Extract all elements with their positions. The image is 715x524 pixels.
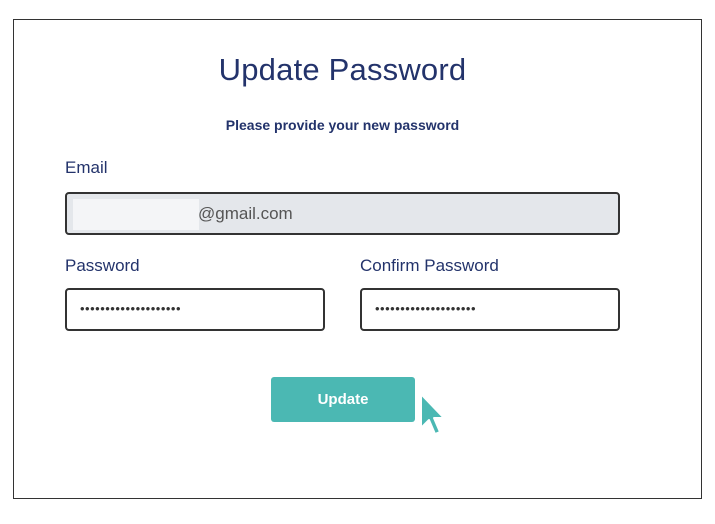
email-label: Email — [65, 158, 108, 177]
confirm-password-label: Confirm Password — [360, 256, 499, 275]
update-button[interactable]: Update — [271, 377, 415, 422]
page-title: Update Password — [218, 52, 467, 87]
confirm-password-value: •••••••••••••••••••• — [375, 301, 477, 316]
update-password-card: Update Password Please provide your new … — [13, 19, 702, 499]
email-value: @gmail.com — [198, 204, 293, 223]
password-value: •••••••••••••••••••• — [80, 301, 182, 316]
password-label: Password — [65, 256, 140, 275]
mouse-pointer-icon — [420, 393, 445, 435]
page-subtitle: Please provide your new password — [225, 117, 460, 133]
email-redaction — [73, 199, 199, 230]
